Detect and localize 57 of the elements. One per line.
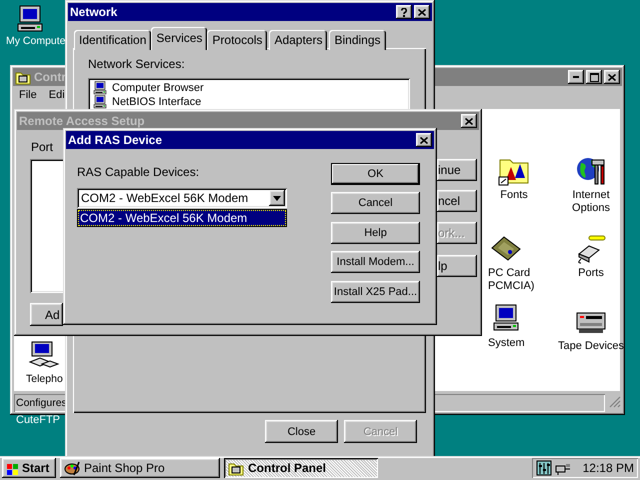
- menu-item[interactable]: Edi: [48, 89, 66, 101]
- field-label: Port: [31, 140, 54, 154]
- menu-item[interactable]: File: [18, 89, 38, 101]
- question-icon: [401, 8, 407, 16]
- dialog-button[interactable]: lp: [437, 255, 477, 277]
- palette-icon: [64, 460, 80, 476]
- dialog-button[interactable]: Install Modem...: [331, 251, 420, 273]
- icon-label[interactable]: Internet Options: [572, 189, 610, 215]
- list-item[interactable]: Computer Browser: [112, 82, 204, 94]
- dialog-button[interactable]: Close: [265, 420, 338, 443]
- field-label: Network Services:: [88, 57, 185, 71]
- dropdown-option[interactable]: COM2 - WebExcel 56K Modem: [78, 210, 286, 226]
- taskbar-button[interactable]: Control Panel: [224, 458, 378, 478]
- dropdown-button[interactable]: [269, 190, 285, 206]
- list-item[interactable]: NetBIOS Interface: [112, 96, 202, 108]
- icon-label[interactable]: CuteFTP: [16, 414, 60, 426]
- tab[interactable]: Adapters: [269, 30, 328, 50]
- caret-icon: [273, 196, 281, 200]
- close-icon: [420, 136, 428, 144]
- maximize-icon: [590, 72, 598, 82]
- window-title: Add RAS Device: [68, 133, 162, 147]
- tab[interactable]: Identification: [74, 30, 152, 50]
- window-title: Remote Access Setup: [19, 114, 145, 128]
- dialog-button[interactable]: Cancel: [331, 192, 420, 214]
- field-label: RAS Capable Devices:: [77, 165, 200, 179]
- clock: 12:18 PM: [582, 461, 634, 475]
- icon-label[interactable]: Telepho: [26, 373, 63, 386]
- dialog-button[interactable]: Ad: [30, 303, 63, 326]
- dialog-button[interactable]: inue: [437, 159, 477, 181]
- close-button[interactable]: [414, 5, 430, 19]
- tab[interactable]: Services: [151, 27, 208, 50]
- icon-label[interactable]: Tape Devices: [558, 340, 624, 353]
- icon-label[interactable]: My Compute: [6, 35, 66, 47]
- computer-icon: [92, 80, 108, 96]
- start-button[interactable]: Start: [2, 458, 56, 478]
- taskbar-button[interactable]: Paint Shop Pro: [60, 458, 220, 478]
- tab[interactable]: Bindings: [329, 30, 386, 50]
- close-icon: [418, 8, 426, 16]
- dialog-button[interactable]: ncel: [437, 190, 477, 212]
- icon-label[interactable]: Ports: [578, 267, 604, 280]
- window-title: Network: [70, 5, 118, 19]
- icon-label[interactable]: Fonts: [500, 189, 528, 202]
- minimize-icon: [573, 76, 579, 78]
- close-icon: [608, 74, 616, 80]
- icon-label[interactable]: PC Card PCMCIA): [488, 267, 534, 293]
- icon-label[interactable]: System: [488, 337, 525, 350]
- close-icon: [465, 118, 473, 124]
- volume-mixer-icon[interactable]: [536, 460, 552, 476]
- dialog-button[interactable]: OK: [331, 163, 420, 185]
- tab[interactable]: Protocols: [207, 30, 268, 50]
- dialog-button[interactable]: Install X25 Pad...: [331, 281, 420, 303]
- help-button[interactable]: [396, 5, 412, 19]
- dropdown-field[interactable]: COM2 - WebExcel 56K Modem: [77, 188, 287, 208]
- window-title: Contr: [34, 70, 66, 84]
- dialog-button[interactable]: Help: [331, 222, 420, 244]
- close-button[interactable]: [416, 133, 432, 147]
- resize-grip-icon: [609, 396, 621, 408]
